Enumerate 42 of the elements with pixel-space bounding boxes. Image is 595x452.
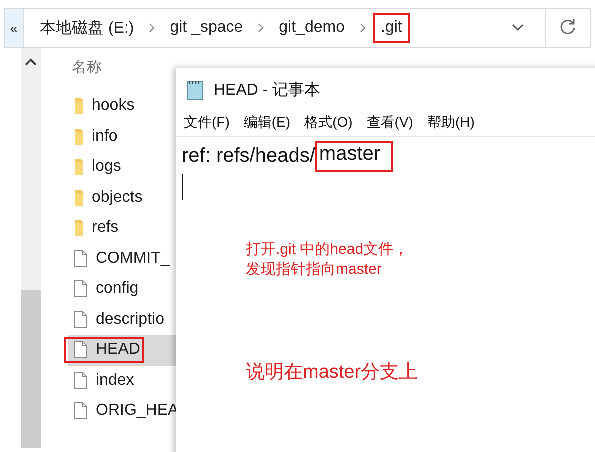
menu-item[interactable]: 编辑(E) bbox=[244, 114, 291, 132]
file-icon bbox=[74, 280, 88, 298]
column-header[interactable]: 名称 bbox=[72, 58, 102, 77]
file-row[interactable]: ORIG_HEA bbox=[68, 396, 178, 426]
text-area[interactable]: ref: refs/heads/ master 打开.git 中的head文件， 发现指针指向master 说明在master分支上 bbox=[176, 137, 595, 452]
folder-icon bbox=[74, 188, 84, 207]
dropdown-icon[interactable] bbox=[511, 23, 525, 33]
folder-icon bbox=[74, 97, 84, 116]
highlighted-text: master bbox=[315, 141, 393, 172]
menu-item[interactable]: 查看(V) bbox=[366, 114, 414, 132]
notepad-icon bbox=[186, 79, 206, 101]
text-cursor bbox=[182, 174, 183, 200]
refresh-icon[interactable] bbox=[559, 19, 577, 37]
file-icon bbox=[74, 310, 88, 329]
folder-icon bbox=[74, 219, 84, 238]
breadcrumb[interactable]: 本地磁盘 (E:) bbox=[32, 12, 142, 44]
breadcrumb[interactable]: git _space bbox=[162, 13, 252, 43]
breadcrumb[interactable]: .git bbox=[372, 13, 410, 43]
expand-button[interactable]: « bbox=[5, 9, 24, 47]
file-icon bbox=[74, 372, 88, 390]
window-title: HEAD - 记事本 bbox=[214, 80, 321, 100]
menu-item[interactable]: 文件(F) bbox=[184, 114, 230, 132]
file-name: HEAD bbox=[64, 337, 144, 364]
text-line: ref: refs/heads/ bbox=[182, 145, 316, 168]
menu-item[interactable]: 帮助(H) bbox=[427, 114, 475, 132]
scroll-up-icon[interactable] bbox=[25, 58, 37, 66]
chevron-icon bbox=[257, 23, 266, 33]
scrollbar[interactable] bbox=[21, 48, 41, 448]
file-icon bbox=[74, 402, 88, 420]
annotation: 说明在master分支上 bbox=[246, 361, 418, 385]
folder-icon bbox=[74, 158, 84, 176]
folder-icon bbox=[74, 128, 84, 146]
breadcrumb[interactable]: git_demo bbox=[271, 13, 353, 43]
address-bar[interactable]: « 本地磁盘 (E:) git _space git_demo .git bbox=[4, 8, 591, 48]
scrollbar-thumb[interactable] bbox=[21, 290, 41, 448]
file-icon bbox=[74, 250, 88, 268]
annotation: 打开.git 中的head文件， bbox=[246, 240, 409, 260]
chevron-icon bbox=[148, 23, 156, 33]
chevron-icon bbox=[358, 23, 367, 33]
file-icon bbox=[74, 341, 88, 360]
menu-item[interactable]: 格式(O) bbox=[304, 114, 353, 132]
annotation: 发现指针指向master bbox=[246, 260, 382, 279]
